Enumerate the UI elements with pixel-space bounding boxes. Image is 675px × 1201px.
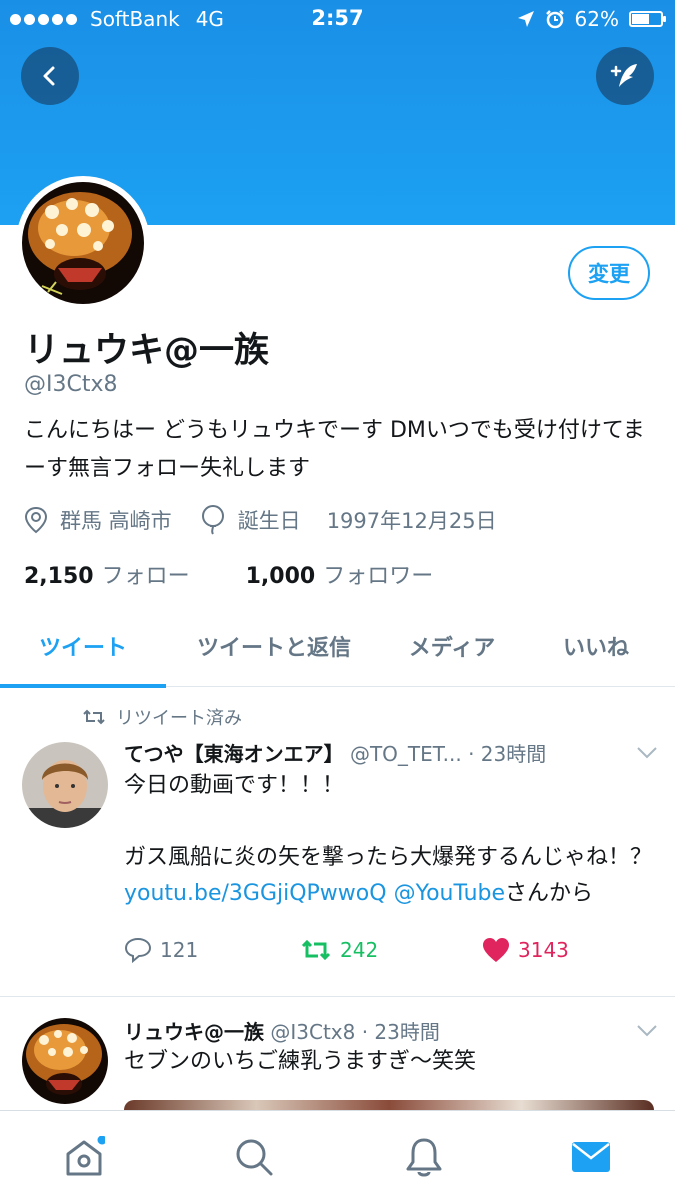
nav-search[interactable] (230, 1133, 278, 1181)
battery-icon (629, 11, 666, 27)
tweet-author-avatar[interactable] (22, 742, 108, 828)
retweet-button[interactable]: 242 (300, 938, 378, 962)
tweet-time: · 23時間 (361, 1020, 440, 1044)
profile-handle: @I3Ctx8 (24, 372, 118, 397)
tweet-text-line: 今日の動画です！！！ (124, 773, 345, 798)
tab-likes[interactable]: いいね (522, 606, 670, 686)
like-count: 3143 (518, 938, 569, 962)
bottom-tab-bar (0, 1110, 675, 1201)
battery-percent: 62% (574, 7, 619, 31)
tweet-time: · 23時間 (468, 742, 547, 766)
edit-profile-button[interactable]: 変更 (568, 246, 650, 300)
chevron-down-icon[interactable] (636, 746, 658, 760)
retweet-icon (83, 709, 105, 725)
tweet-link[interactable]: youtu.be/3GGjiQPwwoQ (124, 881, 387, 906)
following-count: 2,150 (24, 564, 94, 589)
nav-notifications[interactable] (400, 1133, 448, 1181)
follow-counts: 2,150 フォロー 1,000 フォロワー (24, 558, 433, 590)
tweet-item[interactable]: リツイート済み てつや【東海オンエア】 @TO_TET... · 23時間 今日… (0, 704, 675, 996)
tweet-text-line: さんから (505, 881, 594, 906)
birthday-label: 誕生日 (237, 509, 301, 533)
battery-level (632, 14, 650, 24)
reply-icon (124, 937, 152, 963)
back-button[interactable] (21, 47, 79, 105)
tweet-author-name[interactable]: てつや【東海オンエア】 (124, 742, 344, 766)
reply-count: 121 (160, 938, 199, 962)
tweet-author-handle: @TO_TET... (349, 742, 462, 766)
tweet-header: リュウキ@一族 @I3Ctx8 · 23時間 (124, 1016, 440, 1045)
retweet-count: 242 (340, 938, 379, 962)
tweet-text: 今日の動画です！！！ ガス風船に炎の矢を撃ったら大爆発するんじゃね！？ youtu… (124, 768, 658, 912)
profile-name: リュウキ@一族 (24, 331, 270, 371)
tab-tweets[interactable]: ツイート (0, 606, 166, 686)
home-icon (66, 1136, 105, 1176)
avatar-image (22, 742, 108, 828)
search-icon (236, 1139, 273, 1176)
followers-count-link[interactable]: 1,000 フォロワー (246, 558, 434, 590)
nav-home[interactable] (60, 1133, 108, 1181)
avatar-image (22, 1018, 108, 1104)
tweet-text: セブンのいちご練乳うますぎ〜笑笑 (124, 1049, 477, 1074)
profile-location: 群馬 高崎市 (60, 509, 172, 533)
balloon-icon (201, 505, 224, 535)
divider (0, 996, 675, 997)
tweet-author-avatar[interactable] (22, 1018, 108, 1104)
retweet-context: リツイート済み (82, 704, 242, 730)
tweet-author-handle: @I3Ctx8 (270, 1020, 356, 1044)
following-label: フォロー (101, 564, 190, 589)
location-pin-icon (24, 506, 48, 534)
avatar-image (22, 182, 144, 304)
tweet-item[interactable]: リュウキ@一族 @I3Ctx8 · 23時間 セブンのいちご練乳うますぎ〜笑笑 (0, 1000, 675, 1112)
back-arrow-icon (43, 66, 55, 86)
alarm-icon (545, 10, 564, 29)
following-count-link[interactable]: 2,150 フォロー (24, 558, 190, 590)
nav-messages[interactable] (567, 1133, 615, 1181)
heart-icon (483, 938, 509, 962)
like-button[interactable]: 3143 (482, 937, 569, 963)
location-arrow-icon (517, 11, 534, 27)
quill-compose-icon (610, 64, 637, 87)
chevron-down-icon[interactable] (636, 1024, 658, 1038)
compose-tweet-button[interactable] (596, 47, 654, 105)
tweet-text-line: ガス風船に炎の矢を撃ったら大爆発するんじゃね！？ (124, 845, 653, 870)
tab-tweets-and-replies[interactable]: ツイートと返信 (166, 606, 382, 686)
followers-label: フォロワー (323, 564, 434, 589)
active-tab-indicator (0, 684, 166, 688)
profile-avatar[interactable] (16, 176, 150, 310)
retweet-label: リツイート済み (116, 708, 242, 729)
status-bar: SoftBank 4G 2:57 62% (0, 0, 675, 38)
followers-count: 1,000 (245, 564, 316, 589)
notifications-icon (406, 1138, 442, 1177)
retweet-icon (301, 939, 331, 961)
birthday-date: 1997年12月25日 (326, 509, 497, 533)
profile-bio: こんにちはー どうもリュウキでーす DMいつでも受け付けてまーす無言フォロー失礼… (24, 418, 645, 481)
messages-icon (572, 1142, 610, 1172)
tweet-author-name[interactable]: リュウキ@一族 (124, 1020, 264, 1044)
tab-media[interactable]: メディア (382, 606, 522, 686)
reply-button[interactable]: 121 (124, 937, 198, 963)
tweet-mention[interactable]: @YouTube (394, 881, 505, 906)
profile-tabs: ツイート ツイートと返信 メディア いいね (0, 606, 675, 688)
tweet-header: てつや【東海オンエア】 @TO_TET... · 23時間 (124, 738, 546, 767)
profile-meta: 群馬 高崎市 誕生日 1997年12月25日 (24, 505, 497, 535)
